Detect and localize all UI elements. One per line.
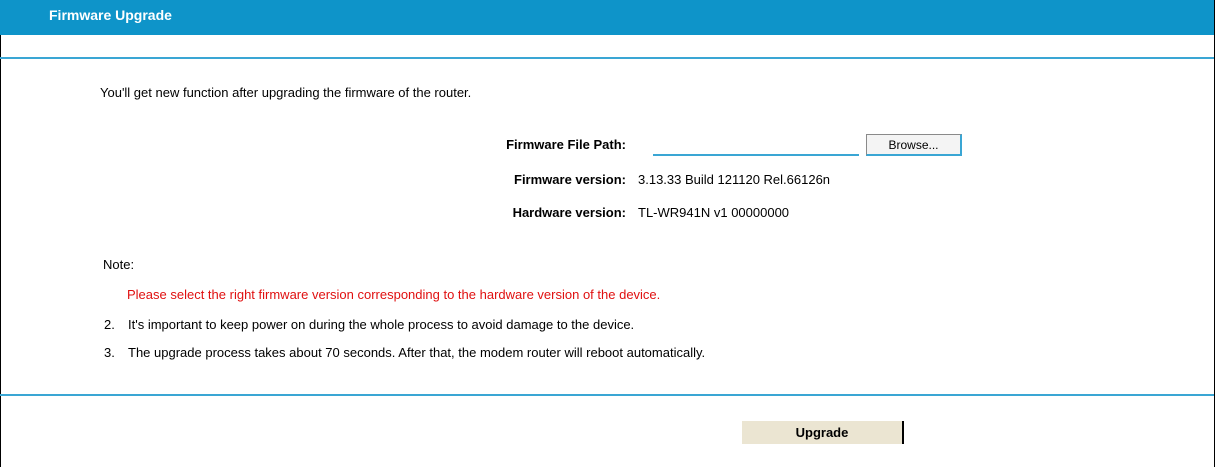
firmware-version-value: 3.13.33 Build 121120 Rel.66126n (638, 172, 831, 187)
note-item-3: 3. The upgrade process takes about 70 sec… (104, 345, 705, 360)
note-item-2-number: 2. (104, 317, 115, 332)
hardware-version-value: TL-WR941N v1 00000000 (638, 205, 790, 220)
page-title: Firmware Upgrade (49, 7, 172, 23)
firmware-file-path-input[interactable] (653, 135, 859, 156)
page-frame (0, 0, 1215, 467)
note-item-3-number: 3. (104, 345, 115, 360)
note-item-1: Please select the right firmware version… (127, 287, 661, 302)
note-title: Note: (103, 257, 135, 272)
firmware-version-label: Firmware version: (514, 172, 626, 187)
top-divider (0, 57, 1214, 59)
upgrade-button[interactable]: Upgrade (742, 421, 904, 444)
bottom-divider (0, 394, 1214, 396)
note-item-2: 2. It's important to keep power on during… (104, 317, 634, 332)
note-item-2-text: It's important to keep power on during t… (128, 317, 635, 332)
hardware-version-label: Hardware version: (512, 205, 626, 220)
note-item-3-text: The upgrade process takes about 70 secon… (128, 345, 706, 360)
firmware-file-path-label: Firmware File Path: (506, 137, 626, 152)
intro-text: You'll get new function after upgrading … (100, 85, 472, 100)
browse-button[interactable]: Browse... (866, 134, 962, 156)
header-bar: Firmware Upgrade (0, 0, 1214, 35)
